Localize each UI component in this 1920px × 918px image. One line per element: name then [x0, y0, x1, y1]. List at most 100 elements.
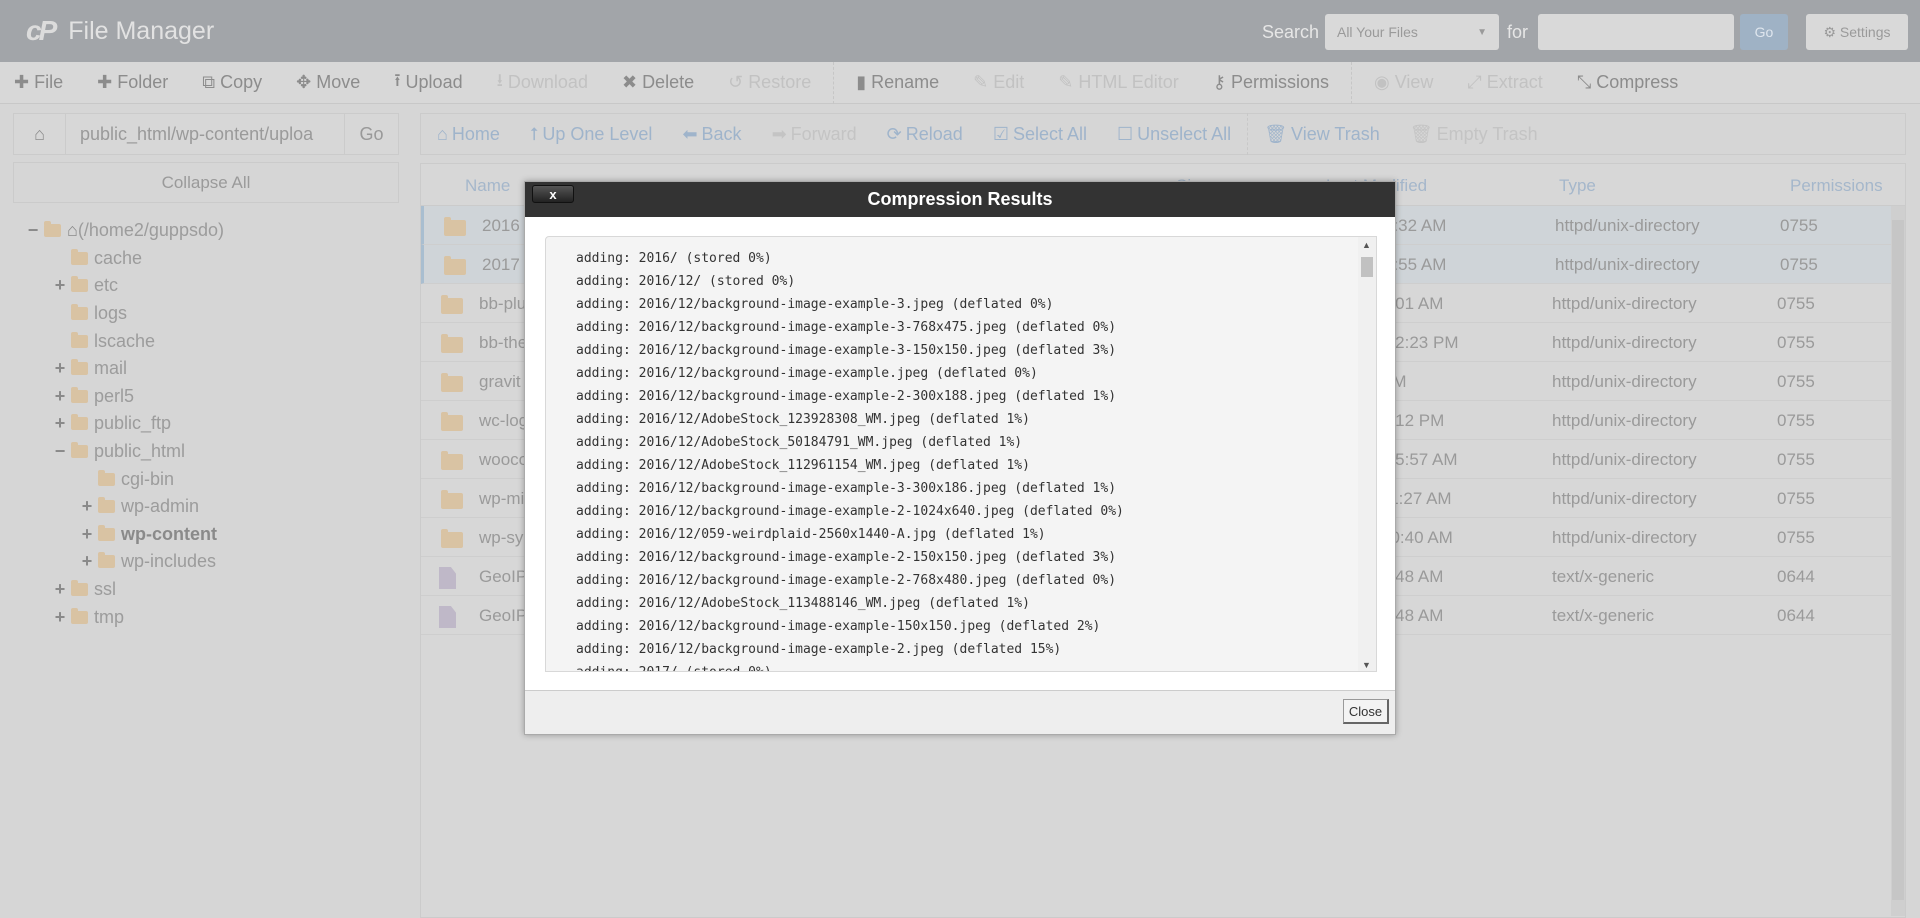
tree-item-perl5[interactable]: + perl5 [0, 383, 224, 411]
scroll-up-icon[interactable]: ▲ [1362, 240, 1371, 250]
file-type: httpd/unix-directory [1552, 294, 1697, 313]
toolbar-upload-button[interactable]: ⭱ Upload [394, 68, 462, 98]
toolbar-divider [833, 61, 835, 104]
toolbar-view-button[interactable]: ◉ View [1374, 72, 1433, 93]
file-name: wp-mi [479, 489, 525, 508]
tree-item-home2-guppsdo[interactable]: − ⌂ (/home2/guppsdo) [0, 217, 224, 245]
scroll-down-icon[interactable]: ▼ [1362, 660, 1371, 670]
tree-item-label: wp-includes [121, 551, 217, 572]
home-icon[interactable]: ⌂ [14, 114, 66, 154]
file-type: httpd/unix-directory [1552, 411, 1697, 430]
eye-icon: ◉ [1373, 72, 1390, 92]
toolbar-extract-button[interactable]: ⤢ Extract [1467, 72, 1542, 93]
toolbar: ✚ File ✚ Folder ⧉ Copy ✥ Move ⭱ Upload ⭳ Download ✖ D… [0, 61, 1920, 104]
nav-back-button[interactable]: ⬅ Back [682, 124, 741, 145]
toolbar-label: Edit [993, 72, 1025, 92]
directory-tree: − ⌂ (/home2/guppsdo) cache + etc logs lscache +… [0, 217, 224, 631]
file-type: httpd/unix-directory [1555, 255, 1700, 274]
tree-item-public-html[interactable]: − public_html [0, 438, 224, 466]
tree-item-wp-admin[interactable]: + wp-admin [0, 493, 224, 521]
tree-item-label: (/home2/guppsdo) [77, 220, 224, 241]
toolbar-html-editor-button[interactable]: ✎ HTML Editor [1058, 72, 1178, 93]
reload-icon: ⟳ [886, 123, 902, 144]
tree-item-etc[interactable]: + etc [0, 272, 224, 300]
toolbar-label: Compress [1596, 72, 1679, 92]
path-input[interactable]: public_html/wp-content/uploa [66, 114, 344, 154]
settings-label: Settings [1839, 24, 1891, 40]
output-scrollbar[interactable]: ▲ ▼ [1358, 237, 1376, 671]
toolbar-label: Permissions [1230, 72, 1329, 92]
expand-icon[interactable]: + [80, 551, 94, 572]
toolbar-move-button[interactable]: ✥ Move [296, 72, 360, 93]
search-go-button[interactable]: Go [1740, 14, 1788, 50]
column-permissions[interactable]: Permissions [1790, 176, 1883, 196]
tree-item-label: cache [94, 247, 143, 268]
expand-icon[interactable]: + [53, 413, 67, 434]
compression-output: adding: 2016/ (stored 0%) adding: 2016/12… [545, 236, 1377, 672]
nav-unselect-all-button[interactable]: ☐ Unselect All [1117, 124, 1231, 145]
nav-label: Select All [1012, 123, 1087, 144]
folder-icon [71, 248, 88, 265]
tree-item-label: tmp [94, 606, 125, 627]
file-type: text/x-generic [1552, 567, 1655, 586]
file-permissions: 0755 [1777, 528, 1815, 547]
toolbar-compress-button[interactable]: ⤡ Compress [1577, 72, 1678, 93]
nav-up-one-level-button[interactable]: ⭡ Up One Level [530, 124, 653, 145]
tree-item-lscache[interactable]: lscache [0, 327, 224, 355]
close-icon[interactable]: x [532, 185, 574, 203]
dialog-title: Compression Results [867, 189, 1053, 209]
collapse-icon[interactable]: − [53, 441, 67, 462]
toolbar-file-button[interactable]: ✚ File [14, 72, 63, 93]
file-list-scrollbar[interactable] [1891, 206, 1905, 916]
nav-reload-button[interactable]: ⟳ Reload [887, 124, 963, 145]
nav-select-all-button[interactable]: ☑ Select All [993, 124, 1087, 145]
folder-icon [98, 497, 115, 514]
folder-icon [71, 580, 88, 597]
toolbar-download-button[interactable]: ⭳ Download [497, 68, 588, 98]
nav-label: Home [451, 123, 500, 144]
nav-view-trash-button[interactable]: 🗑 View Trash [1264, 124, 1380, 145]
nav-home-button[interactable]: ⌂ Home [437, 124, 500, 145]
toolbar-permissions-button[interactable]: ⚷ Permissions [1213, 72, 1329, 93]
close-button[interactable]: Close [1343, 699, 1389, 724]
search-scope-select[interactable]: All Your Files ▼ [1324, 14, 1499, 50]
expand-icon[interactable]: + [80, 496, 94, 517]
expand-icon[interactable]: + [53, 579, 67, 600]
toolbar-rename-button[interactable]: ▮ Rename [856, 72, 939, 93]
nav-forward-button[interactable]: ➡ Forward [772, 124, 857, 145]
search-input[interactable] [1538, 14, 1734, 50]
expand-icon[interactable]: + [53, 275, 67, 296]
collapse-icon[interactable]: − [26, 220, 40, 241]
tree-item-label: ssl [94, 579, 116, 600]
toolbar-edit-button[interactable]: ✎ Edit [973, 72, 1024, 93]
path-go-button[interactable]: Go [344, 114, 398, 154]
toolbar-copy-button[interactable]: ⧉ Copy [202, 72, 262, 93]
tree-item-logs[interactable]: logs [0, 300, 224, 328]
output-line: adding: 2016/12/background-image-example… [576, 550, 1117, 565]
output-line: adding: 2016/12/background-image-example… [576, 297, 1054, 312]
toolbar-folder-button[interactable]: ✚ Folder [97, 72, 168, 93]
folder-icon [441, 529, 463, 548]
column-type[interactable]: Type [1559, 176, 1596, 196]
tree-item-public-ftp[interactable]: + public_ftp [0, 410, 224, 438]
expand-icon[interactable]: + [80, 524, 94, 545]
expand-icon[interactable]: + [53, 386, 67, 407]
settings-button[interactable]: ⚙ Settings [1806, 14, 1908, 50]
nav-empty-trash-button[interactable]: 🗑 Empty Trash [1410, 124, 1538, 145]
toolbar-restore-button[interactable]: ↺ Restore [728, 72, 811, 93]
expand-icon[interactable]: + [53, 358, 67, 379]
tree-item-cache[interactable]: cache [0, 245, 224, 273]
toolbar-delete-button[interactable]: ✖ Delete [622, 72, 694, 93]
tree-item-cgi-bin[interactable]: cgi-bin [0, 465, 224, 493]
collapse-all-button[interactable]: Collapse All [13, 162, 399, 203]
column-name[interactable]: Name [465, 176, 510, 196]
toolbar-label: Restore [748, 72, 812, 92]
expand-icon: ⤢ [1467, 72, 1482, 92]
tree-item-ssl[interactable]: + ssl [0, 576, 224, 604]
expand-icon[interactable]: + [53, 607, 67, 628]
tree-item-mail[interactable]: + mail [0, 355, 224, 383]
file-permissions: 0644 [1777, 567, 1815, 586]
tree-item-wp-content[interactable]: + wp-content [0, 521, 224, 549]
tree-item-tmp[interactable]: + tmp [0, 603, 224, 631]
tree-item-wp-includes[interactable]: + wp-includes [0, 548, 224, 576]
